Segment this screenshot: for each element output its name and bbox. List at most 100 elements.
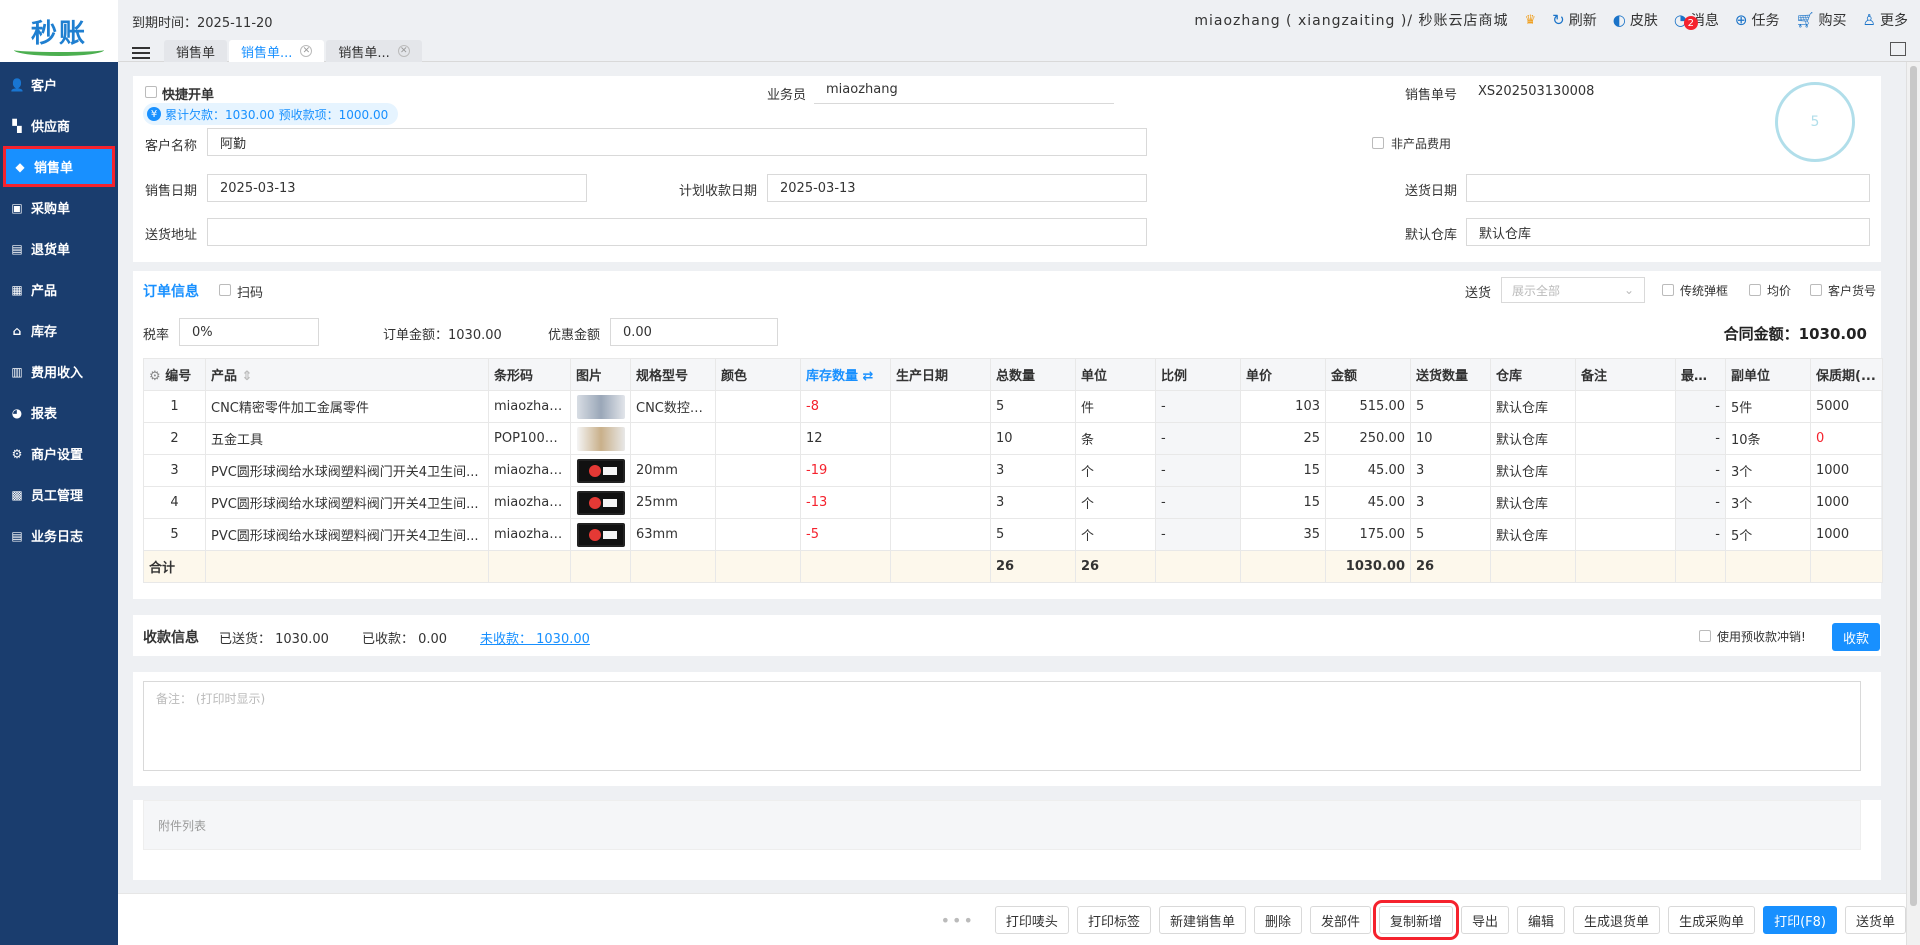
product-thumbnail[interactable] [576, 458, 625, 483]
customer-field[interactable]: 阿勤 [207, 128, 1147, 156]
product-thumbnail[interactable] [576, 394, 625, 419]
column-settings-icon[interactable]: ⚙ [149, 369, 165, 384]
traditional-popup-checkbox[interactable] [1662, 284, 1674, 296]
edit-button[interactable]: 编辑 [1517, 906, 1566, 934]
table-row[interactable]: 2 五金工具 POP1003... 12 10 条 -25 250.00 10 默认仓库 -10条 0 [143, 422, 1883, 455]
order-info-title: 订单信息 [143, 284, 199, 300]
delivery-note-button[interactable]: 送货单 [1844, 906, 1906, 934]
close-icon[interactable]: ✕ [300, 45, 313, 57]
discount-field[interactable]: 0.00 [610, 318, 778, 346]
product-thumbnail[interactable] [576, 522, 625, 547]
salesman-field[interactable]: miaozhang [814, 76, 1114, 104]
tab-sales-order-current[interactable]: 销售单... ✕ [229, 40, 325, 62]
send-parts-button[interactable]: 发部件 [1309, 906, 1371, 934]
fullscreen-icon[interactable] [1890, 42, 1906, 56]
product-thumbnail[interactable] [576, 426, 625, 451]
column-header[interactable]: 条形码 [488, 358, 571, 391]
column-header[interactable]: 送货数量 [1410, 358, 1491, 391]
column-header[interactable]: 保质期(... [1810, 358, 1883, 391]
column-header[interactable]: 副单位 [1725, 358, 1811, 391]
sidebar-item-6[interactable]: ⌂ 库存 [0, 310, 118, 351]
warehouse-field[interactable]: 默认仓库 [1466, 218, 1870, 246]
use-prepay-checkbox[interactable] [1699, 630, 1711, 642]
scrollbar-thumb[interactable] [1910, 66, 1917, 906]
generate-purchase-button[interactable]: 生成采购单 [1668, 906, 1756, 934]
total-cell-no: 合计 [143, 550, 206, 583]
column-header[interactable]: 图片 [570, 358, 631, 391]
cell-barcode: miaozhan... [488, 518, 571, 551]
more-dots-icon[interactable]: ••• [941, 911, 975, 930]
table-row[interactable]: 1 CNC精密零件加工金属零件 miaozhan... CNC数控车... -8 5 件 -1… [143, 390, 1883, 423]
column-header[interactable]: 单价 [1240, 358, 1326, 391]
column-header[interactable]: 产品 ⇕ [205, 358, 489, 391]
task-button[interactable]: ⊕ 任务 [1735, 10, 1780, 30]
sidebar-item-3[interactable]: ▣ 采购单 [0, 187, 118, 228]
buy-button[interactable]: 🛒︎ 购买 [1796, 10, 1847, 30]
generate-return-button[interactable]: 生成退货单 [1573, 906, 1661, 934]
sidebar-item-8[interactable]: ◕ 报表 [0, 392, 118, 433]
sort-icon[interactable]: ⇕ [237, 369, 253, 384]
sidebar-item-9[interactable]: ⚙ 商户设置 [0, 433, 118, 474]
column-header[interactable]: 颜色 [715, 358, 801, 391]
quick-order-checkbox[interactable] [145, 86, 157, 98]
menu-toggle-icon[interactable] [132, 44, 150, 62]
note-textarea[interactable]: 备注： (打印时显示) [143, 681, 1861, 771]
product-thumbnail[interactable] [576, 490, 625, 515]
swap-icon[interactable]: ⇄ [858, 369, 874, 384]
tab-sales-order-list[interactable]: 销售单 [164, 40, 228, 62]
table-row[interactable]: 3 PVC圆形球阀给水球阀塑料阀门开关4卫生间... miaozhan... 20mm… [143, 454, 1883, 487]
account-name[interactable]: miaozhang ( xiangzaiting )/ 秒账云店商城 [1194, 10, 1508, 30]
print-mark-button[interactable]: 打印唛头 [994, 906, 1069, 934]
non-product-checkbox[interactable] [1372, 137, 1384, 149]
unreceived-link[interactable]: 未收款： 1030.00 [480, 628, 590, 647]
table-row[interactable]: 4 PVC圆形球阀给水球阀塑料阀门开关4卫生间... miaozhan... 25mm… [143, 486, 1883, 519]
app-logo[interactable]: 秒账 [0, 0, 118, 62]
print-button[interactable]: 打印(F8) [1763, 906, 1837, 934]
table-row[interactable]: 5 PVC圆形球阀给水球阀塑料阀门开关4卫生间... miaozhan... 63mm… [143, 518, 1883, 551]
average-price-checkbox[interactable] [1749, 284, 1761, 296]
more-button[interactable]: ♙ 更多 [1863, 10, 1908, 30]
plan-date-field[interactable]: 2025-03-13 [767, 174, 1147, 202]
address-field[interactable] [207, 218, 1147, 246]
column-header[interactable]: 总数量 [990, 358, 1076, 391]
total-cell-color [715, 550, 801, 583]
tab-sales-order-other[interactable]: 销售单... ✕ [326, 40, 422, 62]
attachment-list[interactable]: 附件列表 [143, 800, 1861, 850]
column-header[interactable]: 规格型号 [630, 358, 716, 391]
sidebar-item-10[interactable]: ▩ 员工管理 [0, 474, 118, 515]
close-icon[interactable]: ✕ [397, 45, 410, 57]
sidebar-item-11[interactable]: ▤ 业务日志 [0, 515, 118, 556]
new-sales-order-button[interactable]: 新建销售单 [1158, 906, 1246, 934]
column-header[interactable]: 最小... [1675, 358, 1726, 391]
delivery-filter-select[interactable]: 展示全部 ⌄ [1501, 277, 1645, 303]
sidebar-item-0[interactable]: 👤 客户 [0, 64, 118, 105]
column-header[interactable]: 库存数量 ⇄ [800, 358, 891, 391]
sidebar-item-4[interactable]: ▤ 退货单 [0, 228, 118, 269]
export-button[interactable]: 导出 [1461, 906, 1510, 934]
column-header[interactable]: 比例 [1155, 358, 1241, 391]
sale-date-field[interactable]: 2025-03-13 [207, 174, 587, 202]
column-header[interactable]: 备注 [1575, 358, 1676, 391]
delivery-date-field[interactable] [1466, 174, 1870, 202]
delete-button[interactable]: 删除 [1253, 906, 1302, 934]
sidebar-item-7[interactable]: ▥ 费用收入 [0, 351, 118, 392]
collect-button[interactable]: 收款 [1832, 623, 1880, 651]
scan-checkbox[interactable] [219, 284, 231, 296]
column-header[interactable]: 单位 [1075, 358, 1156, 391]
message-button[interactable]: ◔ 2 消息 [1674, 10, 1719, 30]
column-header[interactable]: 生产日期 [890, 358, 991, 391]
sidebar-item-5[interactable]: ▦ 产品 [0, 269, 118, 310]
print-label-button[interactable]: 打印标签 [1076, 906, 1151, 934]
skin-button[interactable]: ◐ 皮肤 [1613, 10, 1658, 30]
column-header[interactable]: ⚙ 编号 [143, 358, 206, 391]
topbar: 到期时间：2025-11-20 miaozhang ( xiangzaiting… [118, 0, 1920, 62]
page-scrollbar[interactable] [1906, 62, 1920, 945]
tax-field[interactable]: 0% [179, 318, 319, 346]
column-header[interactable]: 仓库 [1490, 358, 1576, 391]
sidebar-item-2[interactable]: ◆ 销售单 [3, 146, 115, 187]
sidebar-item-1[interactable]: ▚ 供应商 [0, 105, 118, 146]
customer-no-checkbox[interactable] [1810, 284, 1822, 296]
column-header[interactable]: 金额 [1325, 358, 1411, 391]
refresh-button[interactable]: ↻ 刷新 [1552, 10, 1597, 30]
copy-new-button[interactable]: 复制新增 [1372, 900, 1460, 940]
